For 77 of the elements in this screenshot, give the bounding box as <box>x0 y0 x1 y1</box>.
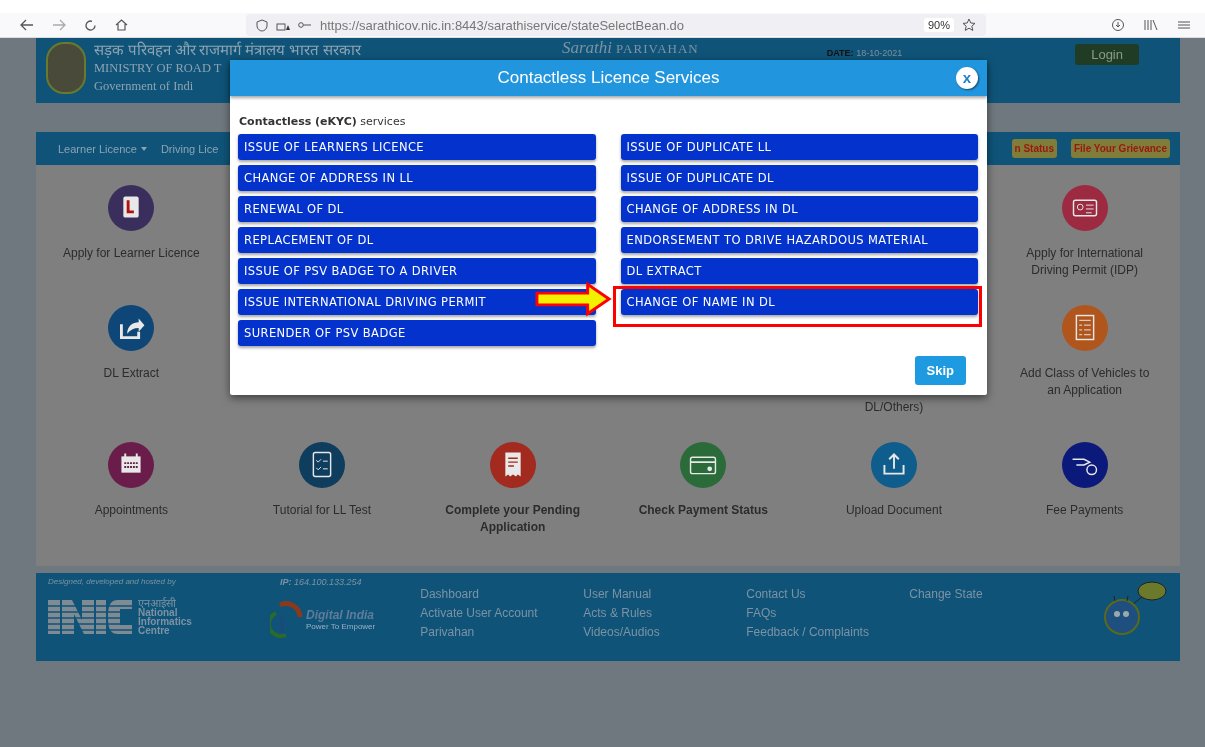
pointer-arrow-icon <box>534 281 613 317</box>
tile-caption[interactable]: Tutorial for LL Test <box>272 502 372 519</box>
service-tile-icon[interactable] <box>108 442 155 488</box>
nav-action-button[interactable]: File Your Grievance <box>1071 139 1170 158</box>
service-tile-icon[interactable] <box>108 185 155 231</box>
service-button[interactable]: CHANGE OF NAME IN DL <box>620 289 978 315</box>
url-text[interactable]: https://sarathicov.nic.in:8443/sarathiservice/stateSelectBean.do <box>320 17 916 33</box>
ip-text: IP: 164.100.133.254 <box>280 577 363 587</box>
logo-word: PARIVAHAN <box>616 41 699 57</box>
service-tile-icon[interactable] <box>1061 305 1108 351</box>
service-button[interactable]: ISSUE INTERNATIONAL DRIVING PERMIT <box>238 289 596 315</box>
tile-caption[interactable]: Apply for Learner Licence <box>62 245 200 262</box>
service-button[interactable]: SURENDER OF PSV BADGE <box>238 320 596 346</box>
digital-india-logo <box>270 599 304 639</box>
service-tile-icon[interactable] <box>680 442 727 488</box>
nav-menu[interactable]: Driving Lice <box>160 142 219 155</box>
footer-link[interactable]: FAQs <box>746 606 910 620</box>
library-icon[interactable] <box>1143 19 1159 31</box>
zoom-level[interactable]: 90% <box>923 18 954 32</box>
tile-caption[interactable]: Appointments <box>94 502 168 519</box>
nic-name: एनआईसी National Informatics Centre <box>138 599 193 635</box>
service-button[interactable]: REPLACEMENT OF DL <box>238 227 596 253</box>
footer-link[interactable]: Acts & Rules <box>583 606 747 620</box>
tile-caption[interactable]: DL Extract <box>103 365 160 382</box>
tile-caption[interactable]: Fee Payments <box>1045 502 1124 519</box>
ministry-name-hindi: सड़क परिवहन और राजमार्ग मंत्रालय भारत सरकार <box>94 42 363 59</box>
service-button[interactable]: CHANGE OF ADDRESS IN DL <box>620 196 978 222</box>
service-button[interactable]: ISSUE OF PSV BADGE TO A DRIVER <box>238 258 596 284</box>
address-bar[interactable]: https://sarathicov.nic.in:8443/sarathiservice/stateSelectBean.do 90% <box>246 14 986 36</box>
dialog-title: Contactless Licence Services <box>497 68 720 88</box>
shield-icon <box>256 18 268 32</box>
service-button[interactable]: CHANGE OF ADDRESS IN LL <box>238 165 596 191</box>
tile-caption[interactable]: Add Class of Vehicles to an Application <box>1014 365 1155 399</box>
service-tile-icon[interactable] <box>108 305 155 351</box>
emblem-logo <box>46 42 86 94</box>
logo-script: Sarathi <box>562 40 613 56</box>
caret-icon <box>140 146 147 151</box>
service-tile-icon[interactable] <box>1061 185 1108 231</box>
date-text: DATE: 18-10-2021 <box>826 48 903 58</box>
reload-icon[interactable] <box>84 18 97 32</box>
credit-text: Designed, developed and hosted by <box>48 577 177 586</box>
footer-link[interactable]: Activate User Account <box>420 606 584 620</box>
digital-india-tagline: Power To Empower <box>306 621 376 631</box>
tile-caption[interactable]: Complete your Pending Application <box>437 502 588 536</box>
tile-caption[interactable]: Apply for International Driving Permit (IDP) <box>1014 245 1155 279</box>
footer-link[interactable]: Contact Us <box>746 587 910 601</box>
footer-link[interactable]: Change State <box>909 587 1073 601</box>
service-button[interactable]: ISSUE OF DUPLICATE LL <box>620 134 978 160</box>
service-button[interactable]: ENDORSEMENT TO DRIVE HAZARDOUS MATERIAL <box>620 227 978 253</box>
service-button[interactable]: ISSUE OF DUPLICATE DL <box>620 165 978 191</box>
nav-menu[interactable]: Learner Licence <box>58 142 147 155</box>
home-icon[interactable] <box>115 19 128 31</box>
footer-link[interactable]: Feedback / Complaints <box>746 625 910 639</box>
service-tile-icon[interactable] <box>489 442 536 488</box>
service-button[interactable]: RENEWAL OF DL <box>238 196 596 222</box>
tile-caption[interactable]: Upload Document <box>845 502 942 519</box>
service-button[interactable]: DL EXTRACT <box>620 258 978 284</box>
skip-button[interactable]: Skip <box>914 356 966 385</box>
service-tile-icon[interactable] <box>1061 442 1108 488</box>
key-icon <box>298 21 312 29</box>
footer-link[interactable]: User Manual <box>583 587 747 601</box>
footer-link[interactable]: Parivahan <box>420 625 584 639</box>
service-tile-icon[interactable] <box>871 442 917 488</box>
close-button[interactable]: x <box>956 67 978 89</box>
star-icon[interactable] <box>962 18 976 32</box>
login-button[interactable]: Login <box>1075 44 1139 65</box>
download-icon[interactable] <box>1111 18 1125 32</box>
tile-caption[interactable]: DL/Others) <box>864 399 924 416</box>
service-button[interactable]: ISSUE OF LEARNERS LICENCE <box>238 134 596 160</box>
footer-link[interactable]: Dashboard <box>420 587 584 601</box>
nav-action-button[interactable]: n Status <box>1011 139 1057 158</box>
service-tile-icon[interactable] <box>299 442 345 488</box>
footer-link[interactable]: Videos/Audios <box>583 625 747 639</box>
back-icon[interactable] <box>20 19 34 31</box>
tile-caption[interactable]: Check Payment Status <box>638 502 768 519</box>
section-heading: Contactless (eKYC) services <box>239 115 407 128</box>
digital-india-name: Digital India <box>306 607 375 622</box>
